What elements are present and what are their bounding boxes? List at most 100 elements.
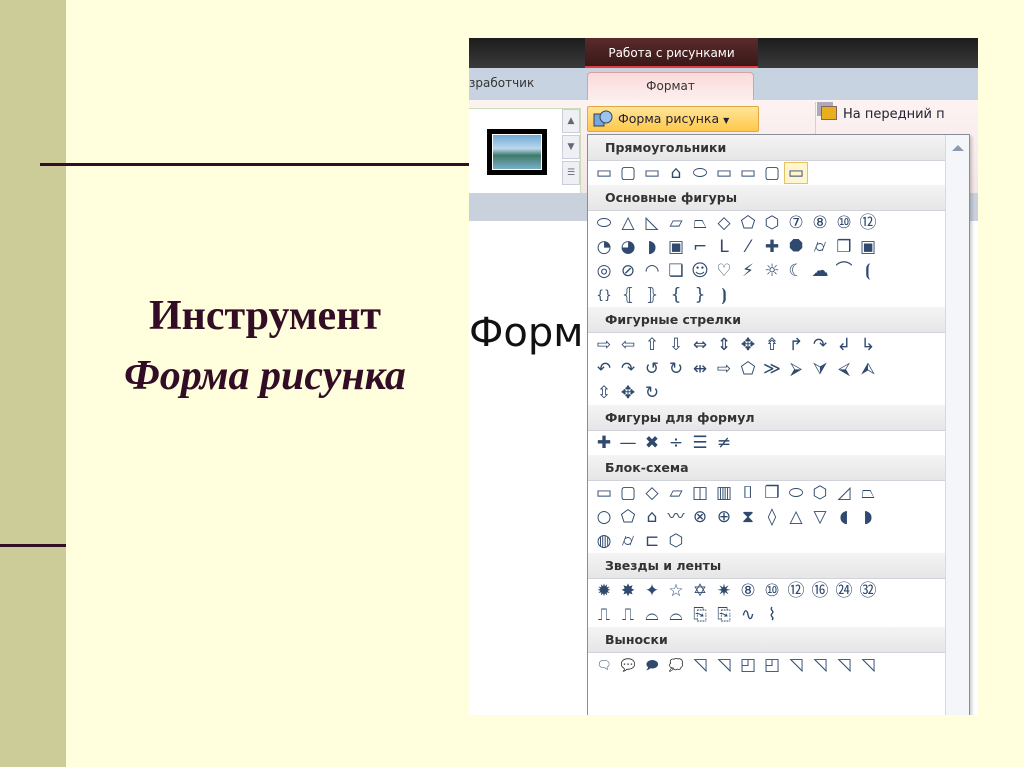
- shape-item[interactable]: ⎍: [592, 604, 616, 626]
- shape-item[interactable]: ◹: [688, 654, 712, 676]
- shape-item[interactable]: ⑧: [736, 580, 760, 602]
- shape-item[interactable]: ▢: [616, 482, 640, 504]
- shape-item[interactable]: ⬠: [736, 212, 760, 234]
- shape-item[interactable]: ⯃: [784, 236, 808, 258]
- shape-item[interactable]: ⬭: [784, 482, 808, 504]
- shape-item[interactable]: ⦃: [616, 284, 640, 306]
- shape-item[interactable]: ⎍: [616, 604, 640, 626]
- shape-item[interactable]: ⌒: [832, 260, 856, 282]
- shape-item[interactable]: ◹: [856, 654, 880, 676]
- shape-item[interactable]: ⦘: [712, 284, 736, 306]
- shape-item[interactable]: ◕: [616, 236, 640, 258]
- shape-item[interactable]: ⑦: [784, 212, 808, 234]
- shape-item[interactable]: ✷: [712, 580, 736, 602]
- shape-item[interactable]: ⦄: [640, 284, 664, 306]
- shape-item[interactable]: 💭: [664, 654, 688, 676]
- shape-item[interactable]: ↷: [616, 358, 640, 380]
- shape-item[interactable]: ⬭: [688, 162, 712, 184]
- shape-item[interactable]: ↱: [784, 334, 808, 356]
- shape-item[interactable]: ▭: [640, 162, 664, 184]
- shape-item[interactable]: ⇨: [712, 358, 736, 380]
- shape-item[interactable]: —: [616, 432, 640, 454]
- shape-item[interactable]: ⌓: [664, 604, 688, 626]
- shape-item[interactable]: ⮘: [832, 358, 856, 380]
- shape-item[interactable]: 💬: [616, 654, 640, 676]
- shape-item[interactable]: ⮙: [856, 358, 880, 380]
- shape-item[interactable]: ⌷: [736, 482, 760, 504]
- shape-item[interactable]: ⇮: [760, 334, 784, 356]
- shape-item[interactable]: ↳: [856, 334, 880, 356]
- shape-item[interactable]: ⬭: [592, 212, 616, 234]
- shape-item[interactable]: ▽: [808, 506, 832, 528]
- shape-item[interactable]: ◎: [592, 260, 616, 282]
- tab-developer[interactable]: зработчик: [469, 76, 534, 90]
- shape-item[interactable]: ▣: [856, 236, 880, 258]
- shape-item[interactable]: ⌭: [616, 530, 640, 552]
- shape-item[interactable]: ◔: [592, 236, 616, 258]
- gallery-up-button[interactable]: ▲: [562, 109, 580, 133]
- shape-item[interactable]: 🗨: [592, 654, 616, 676]
- shape-item[interactable]: ⬡: [808, 482, 832, 504]
- shape-item[interactable]: ◊: [760, 506, 784, 528]
- bring-to-front-button[interactable]: На передний п: [821, 106, 945, 122]
- shape-item[interactable]: ◺: [640, 212, 664, 234]
- shape-item[interactable]: ◖: [832, 506, 856, 528]
- shape-item[interactable]: ⌂: [640, 506, 664, 528]
- shape-item[interactable]: ✖: [640, 432, 664, 454]
- shape-item[interactable]: △: [784, 506, 808, 528]
- shape-item[interactable]: ⇔: [688, 334, 712, 356]
- shape-item[interactable]: ☆: [664, 580, 688, 602]
- picture-style-thumbnail[interactable]: [487, 129, 547, 175]
- shape-item[interactable]: ⌭: [808, 236, 832, 258]
- shape-item[interactable]: ⏢: [688, 212, 712, 234]
- shape-item[interactable]: ✸: [616, 580, 640, 602]
- shape-item[interactable]: ◇: [640, 482, 664, 504]
- shape-item[interactable]: }: [688, 284, 712, 306]
- shape-item[interactable]: ▢: [760, 162, 784, 184]
- shape-item[interactable]: ☁: [808, 260, 832, 282]
- shape-item[interactable]: ⑫: [784, 580, 808, 602]
- shape-item[interactable]: ⌐: [688, 236, 712, 258]
- shape-item[interactable]: ↷: [808, 334, 832, 356]
- shape-item[interactable]: ◍: [592, 530, 616, 552]
- shape-item[interactable]: ◹: [832, 654, 856, 676]
- shape-item[interactable]: ▢: [616, 162, 640, 184]
- shape-item[interactable]: ☺: [688, 260, 712, 282]
- shape-item[interactable]: △: [616, 212, 640, 234]
- shape-item[interactable]: ⇹: [688, 358, 712, 380]
- shape-item[interactable]: ◫: [688, 482, 712, 504]
- shape-item[interactable]: ↺: [640, 358, 664, 380]
- shape-item[interactable]: ⧗: [736, 506, 760, 528]
- shape-item[interactable]: ▣: [664, 236, 688, 258]
- shape-item[interactable]: ↶: [592, 358, 616, 380]
- shape-item[interactable]: ≫: [760, 358, 784, 380]
- scroll-up-icon[interactable]: [952, 145, 964, 151]
- shape-item[interactable]: ⬠: [616, 506, 640, 528]
- shape-item[interactable]: ⑯: [808, 580, 832, 602]
- shape-item[interactable]: ◗: [856, 506, 880, 528]
- picture-shape-button[interactable]: Форма рисунка ▼: [587, 106, 759, 132]
- shape-item[interactable]: ⏢: [856, 482, 880, 504]
- shape-item[interactable]: ◹: [784, 654, 808, 676]
- shape-item[interactable]: ㉔: [832, 580, 856, 602]
- shape-item[interactable]: ⊕: [712, 506, 736, 528]
- shape-item[interactable]: ⇨: [592, 334, 616, 356]
- shape-item[interactable]: ✦: [640, 580, 664, 602]
- shape-item[interactable]: ⁄: [736, 236, 760, 258]
- shape-item[interactable]: ⦗: [856, 260, 880, 282]
- shape-item[interactable]: ⮚: [784, 358, 808, 380]
- shape-item[interactable]: L: [712, 236, 736, 258]
- shape-item[interactable]: ▭: [712, 162, 736, 184]
- shape-item[interactable]: ○: [592, 506, 616, 528]
- shape-item[interactable]: ⑩: [832, 212, 856, 234]
- shape-item[interactable]: ◰: [736, 654, 760, 676]
- shape-item[interactable]: ∿: [736, 604, 760, 626]
- gallery-scrollbar[interactable]: [945, 135, 969, 715]
- shape-item[interactable]: ◠: [640, 260, 664, 282]
- shape-item[interactable]: ✚: [592, 432, 616, 454]
- shape-item[interactable]: ✚: [760, 236, 784, 258]
- shape-item[interactable]: ⊗: [688, 506, 712, 528]
- shape-item[interactable]: ☼: [760, 260, 784, 282]
- shape-item[interactable]: ⬡: [760, 212, 784, 234]
- shape-item[interactable]: ✥: [736, 334, 760, 356]
